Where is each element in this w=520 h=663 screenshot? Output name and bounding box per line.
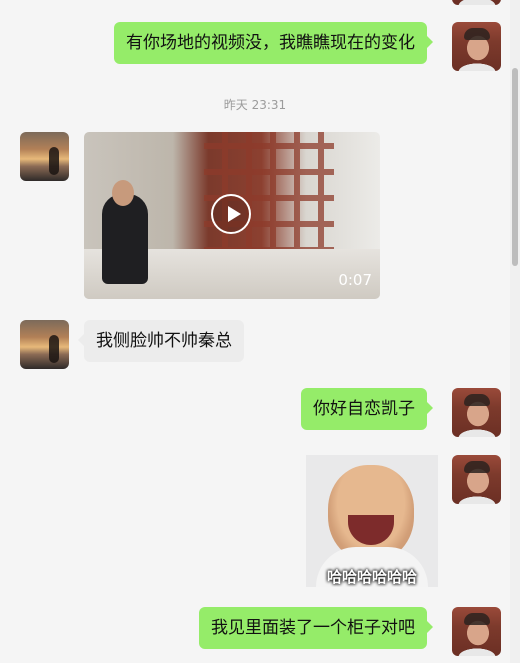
avatar[interactable] [452,0,501,5]
message-text: 你好自恋凯子 [313,399,415,419]
avatar[interactable] [452,607,501,656]
message-text: 我侧脸帅不帅秦总 [96,331,232,351]
video-message[interactable]: 0:07 [84,132,380,299]
scrollbar[interactable] [510,0,520,663]
message-timestamp: 昨天 23:31 [223,98,287,112]
play-icon[interactable] [211,194,251,234]
message-bubble-outgoing[interactable]: 我见里面装了一个柜子对吧 [199,607,433,649]
message-bubble-outgoing[interactable]: 你好自恋凯子 [301,388,433,430]
message-bubble-outgoing[interactable]: 有你场地的视频没，我瞧瞧现在的变化 [114,22,433,64]
message-text: 我见里面装了一个柜子对吧 [211,618,415,638]
scrollbar-thumb[interactable] [512,68,518,266]
video-thumbnail-person [102,194,148,284]
avatar[interactable] [20,132,69,181]
video-duration: 0:07 [338,271,372,289]
video-thumbnail-head [112,180,134,206]
avatar[interactable] [20,320,69,369]
message-bubble-incoming[interactable]: 我侧脸帅不帅秦总 [78,320,244,362]
avatar[interactable] [452,22,501,71]
avatar[interactable] [452,455,501,504]
avatar[interactable] [452,388,501,437]
sticker-caption: 哈哈哈哈哈哈 [326,568,417,586]
sticker-message[interactable]: 哈哈哈哈哈哈 [306,455,438,587]
message-text: 有你场地的视频没，我瞧瞧现在的变化 [126,33,415,53]
chat-area: 有你场地的视频没，我瞧瞧现在的变化 昨天 23:31 0:07 我侧脸帅不帅秦总… [0,0,510,663]
